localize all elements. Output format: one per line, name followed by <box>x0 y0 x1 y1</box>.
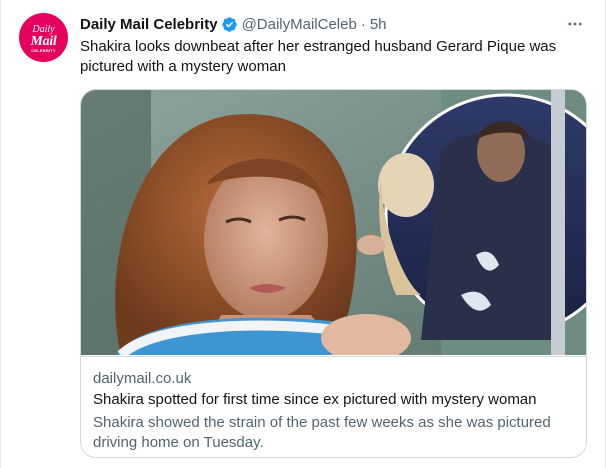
card-text-area[interactable]: dailymail.co.uk Shakira spotted for firs… <box>81 356 586 457</box>
tweet-timestamp[interactable]: 5h <box>370 16 387 33</box>
avatar[interactable]: Daily Mail CELEBRITY <box>19 13 68 62</box>
tweet[interactable]: Daily Mail CELEBRITY Daily Mail Celebrit… <box>0 0 606 468</box>
card-image[interactable] <box>81 90 586 362</box>
more-options-icon[interactable] <box>563 12 587 36</box>
card-description: Shakira showed the strain of the past fe… <box>93 414 551 451</box>
verified-badge-icon <box>221 16 238 33</box>
avatar-text-celebrity: CELEBRITY <box>31 47 56 53</box>
avatar-text-daily: Daily <box>32 23 55 35</box>
separator-dot: · <box>360 15 366 33</box>
card-title: Shakira spotted for first time since ex … <box>93 391 537 408</box>
link-card[interactable]: dailymail.co.uk Shakira spotted for firs… <box>80 89 587 458</box>
tweet-text: Shakira looks downbeat after her estrang… <box>80 38 557 75</box>
avatar-text-mail: Mail <box>30 33 57 49</box>
tweet-header: Daily Mail Celebrity @DailyMailCeleb · 5… <box>80 14 387 34</box>
card-domain: dailymail.co.uk <box>93 370 192 387</box>
author-name[interactable]: Daily Mail Celebrity <box>80 16 218 33</box>
author-handle[interactable]: @DailyMailCeleb <box>242 16 357 33</box>
